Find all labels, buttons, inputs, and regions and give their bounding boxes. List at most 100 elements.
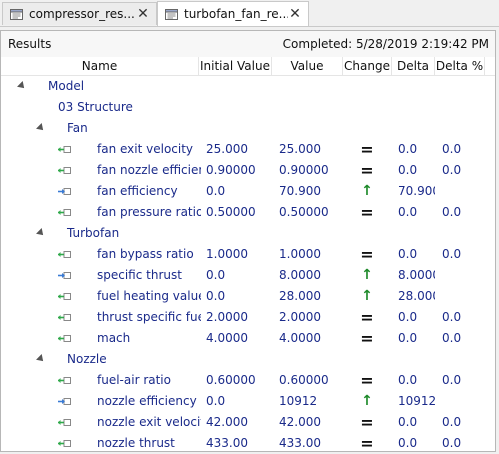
column-header: Name Initial Value Value Change Delta De… [1, 57, 495, 76]
variable-name: fan pressure ratio [97, 205, 201, 219]
input-variable-icon [58, 293, 71, 300]
completion-status: Completed: 5/28/2019 2:19:42 PM [282, 37, 489, 51]
tree-node-label: Model [48, 79, 85, 93]
close-icon[interactable]: ✕ [136, 6, 150, 22]
delta-pct-value: 0.0 [442, 436, 462, 450]
variable-name: fuel heating value [97, 289, 201, 303]
unchanged-icon: = [360, 203, 374, 222]
tab-turbofan-fan-results[interactable]: turbofan_fan_re... ✕ [157, 1, 309, 26]
current-value: 8.0000 [279, 268, 321, 282]
current-value: 0.50000 [279, 205, 329, 219]
variable-name: nozzle efficiency [97, 394, 197, 408]
column-name[interactable]: Name [1, 57, 199, 75]
delta-pct-value: 0.0 [442, 415, 462, 429]
output-variable-icon [58, 188, 71, 195]
initial-value: 1.0000 [206, 247, 248, 261]
table-row[interactable]: fan pressure ratio 0.50000 0.50000 0.0 0.0 = [1, 202, 495, 223]
tab-compressor-results[interactable]: compressor_res... ✕ [2, 2, 157, 25]
current-value: 0.60000 [279, 373, 329, 387]
input-variable-icon [58, 377, 71, 384]
delta-pct-value: 0.0 [442, 142, 462, 156]
delta-pct-value: 0.0 [442, 373, 462, 387]
increase-arrow-icon: ↑ [361, 393, 373, 409]
initial-value: 2.0000 [206, 310, 248, 324]
delta-pct-value: 0.0 [442, 205, 462, 219]
column-initial-value[interactable]: Initial Value [199, 57, 272, 75]
table-row[interactable]: fuel heating value 0.0 28.000 28.000 ↑ [1, 286, 495, 307]
delta-pct-value [442, 286, 482, 307]
increase-arrow-icon: ↑ [361, 288, 373, 304]
tree-node-group[interactable]: Fan [1, 118, 495, 139]
table-row[interactable]: fan efficiency 0.0 70.900 70.900 ↑ [1, 181, 495, 202]
initial-value: 4.0000 [206, 331, 248, 345]
initial-value: 0.0 [206, 289, 226, 303]
table-row[interactable]: mach 4.0000 4.0000 0.0 0.0 = [1, 328, 495, 349]
current-value: 42.000 [279, 415, 321, 429]
unchanged-icon: = [360, 434, 374, 453]
delta-value: 0.0 [398, 331, 418, 345]
delta-value: 0.0 [398, 415, 418, 429]
table-row[interactable]: fan exit velocity 25.000 25.000 0.0 0.0 = [1, 139, 495, 160]
variable-name: fan efficiency [97, 184, 178, 198]
table-row[interactable]: fan bypass ratio 1.0000 1.0000 0.0 0.0 = [1, 244, 495, 265]
tree-node-group[interactable]: Nozzle [1, 349, 495, 370]
table-row[interactable]: thrust specific fue 2.0000 2.0000 0.0 0.0 = [1, 307, 495, 328]
variable-name: fan bypass ratio [97, 247, 194, 261]
column-change[interactable]: Change [343, 57, 392, 75]
initial-value: 0.60000 [206, 373, 256, 387]
table-row[interactable]: nozzle thrust 433.00 433.00 0.0 0.0 = [1, 433, 495, 454]
column-delta[interactable]: Delta [392, 57, 435, 75]
tree-node-model[interactable]: Model [1, 76, 495, 97]
column-delta-pct[interactable]: Delta % [435, 57, 485, 75]
delta-value: 8.0000 [398, 268, 435, 282]
expand-triangle-icon[interactable] [17, 81, 27, 91]
variable-name: nozzle thrust [97, 436, 175, 450]
tab-label: compressor_res... [29, 7, 135, 21]
input-variable-icon [58, 146, 71, 153]
table-row[interactable]: fuel-air ratio 0.60000 0.60000 0.0 0.0 = [1, 370, 495, 391]
unchanged-icon: = [360, 329, 374, 348]
current-value: 10912 [279, 394, 318, 408]
table-row[interactable]: fan nozzle efficien 0.90000 0.90000 0.0 0.0 = [1, 160, 495, 181]
table-row[interactable]: nozzle efficiency 0.0 10912 10912 ↑ [1, 391, 495, 412]
unchanged-icon: = [360, 245, 374, 264]
delta-pct-value [442, 265, 482, 286]
current-value: 4.0000 [279, 331, 321, 345]
expand-triangle-icon[interactable] [36, 354, 46, 364]
delta-value: 0.0 [398, 142, 418, 156]
current-value: 0.90000 [279, 163, 329, 177]
initial-value: 0.0 [206, 184, 226, 198]
increase-arrow-icon: ↑ [361, 183, 373, 199]
expand-triangle-icon[interactable] [36, 228, 46, 238]
group-label: Nozzle [67, 352, 107, 366]
group-label: Turbofan [67, 226, 120, 240]
expand-triangle-icon[interactable] [36, 123, 46, 133]
column-value[interactable]: Value [272, 57, 343, 75]
table-row[interactable]: specific thrust 0.0 8.0000 8.0000 ↑ [1, 265, 495, 286]
variable-name: fan nozzle efficien [97, 163, 201, 177]
increase-arrow-icon: ↑ [361, 267, 373, 283]
initial-value: 25.000 [206, 142, 248, 156]
initial-value: 0.0 [206, 394, 226, 408]
input-variable-icon [58, 440, 71, 447]
output-variable-icon [58, 398, 71, 405]
tree-node-group[interactable]: Turbofan [1, 223, 495, 244]
unchanged-icon: = [360, 308, 374, 327]
unchanged-icon: = [360, 371, 374, 390]
input-variable-icon [58, 419, 71, 426]
input-variable-icon [58, 209, 71, 216]
results-file-icon [10, 8, 23, 20]
delta-pct-value: 0.0 [442, 310, 462, 324]
input-variable-icon [58, 314, 71, 321]
input-variable-icon [58, 167, 71, 174]
tree-node-structure[interactable]: 03 Structure [1, 97, 495, 118]
delta-pct-value: 0.0 [442, 247, 462, 261]
results-file-icon [165, 8, 178, 20]
current-value: 25.000 [279, 142, 321, 156]
delta-value: 70.900 [398, 184, 435, 198]
close-icon[interactable]: ✕ [288, 6, 302, 22]
initial-value: 0.50000 [206, 205, 256, 219]
initial-value: 42.000 [206, 415, 248, 429]
output-variable-icon [58, 272, 71, 279]
table-row[interactable]: nozzle exit velocit 42.000 42.000 0.0 0.0 = [1, 412, 495, 433]
